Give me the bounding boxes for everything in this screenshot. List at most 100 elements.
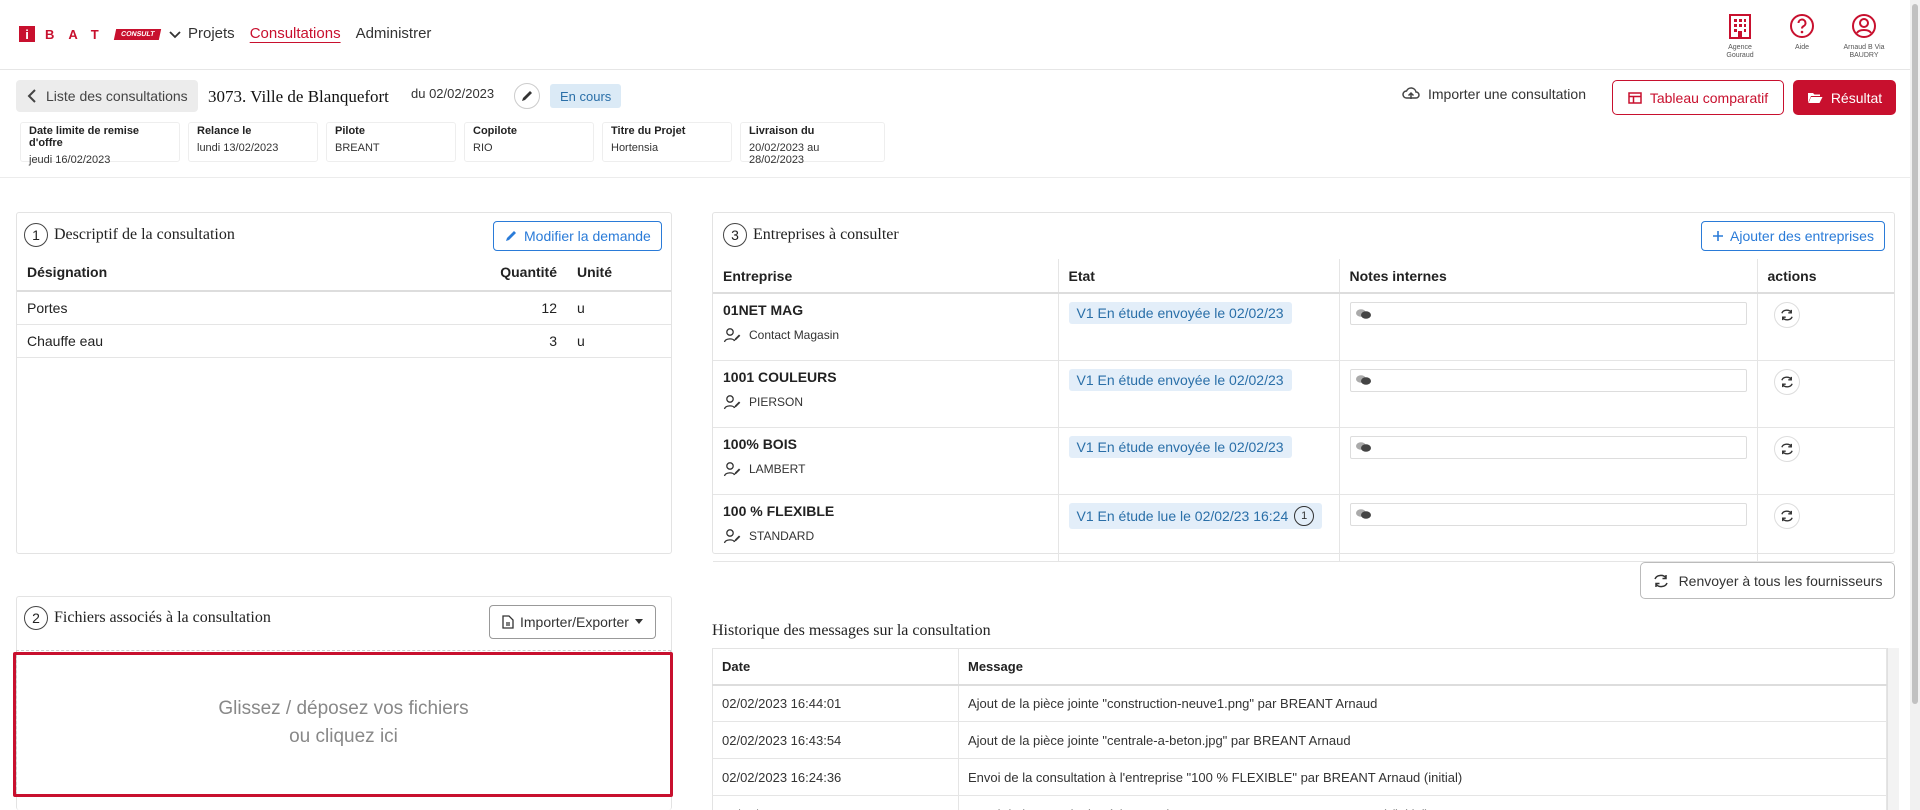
page-scrollbar[interactable] (1910, 0, 1920, 810)
section-number: 3 (723, 223, 747, 247)
cell-quantite: 12 (487, 291, 567, 325)
renvoyer-tous-button[interactable]: Renvoyer à tous les fournisseurs (1640, 562, 1895, 599)
table-row[interactable]: 1001 COULEURS PIERSON V1 En étude envoyé… (713, 360, 1894, 428)
resend-button[interactable] (1773, 502, 1800, 529)
state-badge[interactable]: V1 En étude envoyée le 02/02/23 (1068, 368, 1292, 391)
ibat-logo[interactable]: i BAT CONSULT (19, 26, 182, 42)
historique-scrollbar[interactable] (1887, 648, 1899, 810)
entreprise-name[interactable]: 1001 COULEURS (723, 369, 1048, 385)
table-row[interactable]: 100 % FLEXIBLE STANDARD V1 En étude lue … (713, 494, 1894, 562)
back-to-list-button[interactable]: Liste des consultations (16, 80, 198, 112)
pencil-icon (522, 91, 532, 101)
col-actions: actions (1757, 259, 1894, 294)
tableau-comparatif-button[interactable]: Tableau comparatif (1612, 80, 1784, 115)
table-row[interactable]: Portes 12 u (17, 291, 671, 325)
state-text: V1 En étude envoyée le 02/02/23 (1076, 438, 1284, 455)
modifier-demande-button[interactable]: Modifier la demande (493, 221, 662, 251)
col-designation: Désignation (17, 253, 487, 292)
nav-projets[interactable]: Projets (188, 25, 235, 42)
entreprise-name[interactable]: 01NET MAG (723, 302, 1048, 318)
entreprise-contact[interactable]: STANDARD (723, 528, 1048, 544)
entreprise-name[interactable]: 100 % FLEXIBLE (723, 503, 1048, 519)
plus-icon (1713, 231, 1723, 241)
edit-title-button[interactable] (514, 83, 540, 109)
cell-actions (1757, 494, 1894, 562)
state-badge[interactable]: V1 En étude envoyée le 02/02/23 (1068, 435, 1292, 458)
table-row: 02/02/2023 16:24:36 Envoi de la consulta… (712, 758, 1887, 796)
state-text: V1 En étude envoyée le 02/02/23 (1076, 371, 1284, 388)
state-badge[interactable]: V1 En étude lue le 02/02/23 16:24 1 (1068, 502, 1323, 529)
resend-button[interactable] (1773, 302, 1800, 328)
aide-label: Aide (1794, 44, 1809, 51)
entreprise-contact[interactable]: LAMBERT (723, 461, 1048, 477)
state-text: V1 En étude lue le 02/02/23 16:24 (1076, 507, 1289, 524)
import-consultation-link[interactable]: Importer une consultation (1402, 86, 1586, 102)
cell-etat: V1 En étude lue le 02/02/23 16:24 1 (1058, 494, 1340, 562)
cell-message: Envoi de la consultation à l'entreprise … (958, 758, 1887, 796)
user-edit-icon (723, 394, 741, 409)
resultat-button[interactable]: Résultat (1793, 80, 1896, 115)
info-key: Relance le (197, 125, 252, 137)
contact-name: STANDARD (749, 528, 815, 543)
notes-input[interactable] (1349, 302, 1747, 325)
aide-button[interactable]: Aide (1778, 12, 1826, 60)
col-message: Message (958, 648, 1887, 686)
caret-down-icon (634, 619, 643, 624)
state-badge[interactable]: V1 En étude envoyée le 02/02/23 (1068, 302, 1292, 324)
cell-message: Ajout de la pièce jointe "centrale-a-bet… (958, 721, 1887, 759)
table-row: 02/02/2023 16:24:36 Envoi de la consulta… (712, 795, 1887, 810)
comments-icon (1355, 509, 1371, 519)
col-unite: Unité (567, 253, 671, 292)
pencil-icon (506, 231, 516, 241)
notes-input[interactable] (1349, 502, 1747, 526)
descriptif-title: 1 Descriptif de la consultation (24, 223, 235, 247)
descriptif-title-text: Descriptif de la consultation (54, 226, 235, 243)
info-pilote: Pilote BREANT (326, 122, 456, 162)
info-relance: Relance le lundi 13/02/2023 (188, 122, 318, 162)
highlight-frame (13, 652, 673, 797)
fichiers-title-text: Fichiers associés à la consultation (54, 609, 271, 626)
user-edit-icon (723, 528, 741, 543)
logo-letters: BAT (45, 26, 113, 42)
notes-input[interactable] (1349, 435, 1747, 459)
table-row[interactable]: 01NET MAG Contact Magasin V1 En étude en… (713, 293, 1894, 361)
entreprise-name[interactable]: 100% BOIS (723, 436, 1048, 452)
nav-consultations[interactable]: Consultations (250, 25, 341, 42)
user-edit-icon (723, 328, 741, 343)
entreprise-contact[interactable]: Contact Magasin (723, 327, 1048, 343)
historique-table: Date Message 02/02/2023 16:44:01 Ajout d… (712, 648, 1887, 810)
info-value: BREANT (335, 142, 380, 154)
resend-button[interactable] (1773, 368, 1800, 395)
logo-i-mark: i (19, 26, 35, 42)
info-livraison: Livraison du 20/02/2023 au 28/02/2023 (740, 122, 885, 166)
nav-administrer[interactable]: Administrer (356, 25, 432, 42)
user-menu-button[interactable]: Arnaud B Via BAUDRY (1840, 12, 1888, 60)
cell-date: 02/02/2023 16:44:01 (712, 684, 959, 722)
agence-button[interactable]: Agence Gouraud (1716, 12, 1764, 60)
page-scrollbar-thumb[interactable] (1912, 4, 1918, 704)
modifier-demande-label: Modifier la demande (524, 228, 651, 244)
resultat-label: Résultat (1830, 89, 1883, 106)
comments-icon (1355, 308, 1371, 319)
cell-actions (1757, 360, 1894, 428)
cloud-upload-icon (1402, 87, 1420, 99)
ajouter-entreprises-button[interactable]: Ajouter des entreprises (1701, 221, 1885, 251)
cell-message: Envoi de la consultation à l'entreprise … (958, 795, 1887, 810)
col-entreprise: Entreprise (713, 259, 1059, 294)
cell-unite: u (567, 324, 671, 358)
cell-date: 02/02/2023 16:24:36 (712, 758, 959, 796)
table-row[interactable]: 100% BOIS LAMBERT V1 En étude envoyée le… (713, 427, 1894, 495)
col-etat: Etat (1058, 259, 1340, 294)
header-divider (0, 177, 1920, 178)
cell-date: 02/02/2023 16:24:36 (712, 795, 959, 810)
logo-consult-tag: CONSULT (113, 28, 162, 40)
cell-entreprise: 01NET MAG Contact Magasin (713, 293, 1059, 361)
cell-etat: V1 En étude envoyée le 02/02/23 (1058, 293, 1340, 361)
notes-input[interactable] (1349, 368, 1747, 392)
resend-button[interactable] (1773, 435, 1800, 462)
entreprise-contact[interactable]: PIERSON (723, 394, 1048, 410)
cell-designation: Portes (17, 291, 487, 325)
chevron-down-icon[interactable] (168, 27, 182, 41)
table-row[interactable]: Chauffe eau 3 u (17, 324, 671, 358)
importer-exporter-button[interactable]: Importer/Exporter (489, 605, 656, 639)
